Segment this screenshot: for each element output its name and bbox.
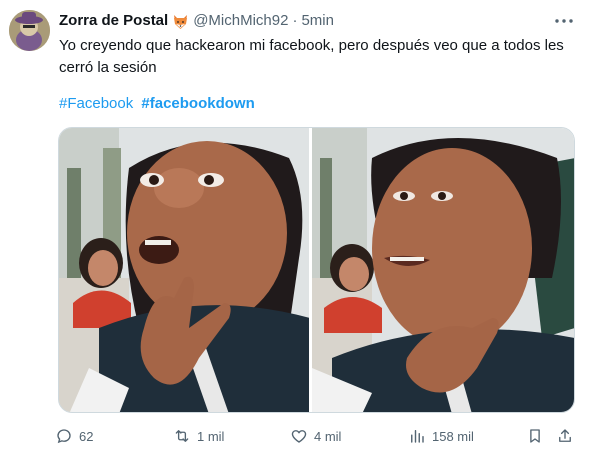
- bookmark-icon: [530, 429, 540, 443]
- tweet-text: Yo creyendo que hackearon mi facebook, p…: [59, 37, 564, 76]
- bookmark-button[interactable]: [526, 425, 544, 447]
- hashtag-link[interactable]: #Facebook: [59, 95, 133, 112]
- more-options-button[interactable]: [553, 12, 575, 30]
- retweet-icon: [175, 430, 189, 442]
- reply-icon: [57, 429, 71, 444]
- tweet[interactable]: Zorra de Postal @MichMich92 · 5min Yo cr…: [0, 0, 589, 451]
- action-bar: 62 1 mil 4 mil 158 mil: [55, 425, 579, 447]
- separator-dot: ·: [292, 12, 298, 29]
- handle[interactable]: @MichMich92: [193, 11, 288, 31]
- hashtags: #Facebook #facebookdown: [59, 93, 255, 115]
- display-name[interactable]: Zorra de Postal: [59, 11, 168, 31]
- hashtag-link[interactable]: #facebookdown: [141, 95, 254, 112]
- views-icon: [411, 430, 424, 443]
- timestamp[interactable]: 5min: [301, 11, 334, 31]
- reply-button[interactable]: 62: [55, 425, 93, 447]
- avatar[interactable]: [9, 10, 50, 51]
- fox-emoji-icon: [172, 13, 189, 30]
- share-icon: [559, 429, 571, 442]
- photo-right[interactable]: [312, 128, 574, 412]
- views-button[interactable]: 158 mil: [408, 425, 474, 447]
- media-grid: [58, 127, 575, 413]
- retweet-button[interactable]: 1 mil: [173, 425, 224, 447]
- more-horizontal-icon: [555, 19, 573, 23]
- views-count: 158 mil: [432, 428, 474, 444]
- like-button[interactable]: 4 mil: [290, 425, 341, 447]
- heart-icon: [291, 430, 307, 443]
- retweet-count: 1 mil: [197, 428, 225, 444]
- reply-count: 62: [79, 428, 94, 444]
- like-count: 4 mil: [314, 428, 342, 444]
- photo-left[interactable]: [59, 128, 310, 412]
- tweet-header: Zorra de Postal @MichMich92 · 5min: [59, 11, 334, 31]
- share-button[interactable]: [556, 425, 574, 447]
